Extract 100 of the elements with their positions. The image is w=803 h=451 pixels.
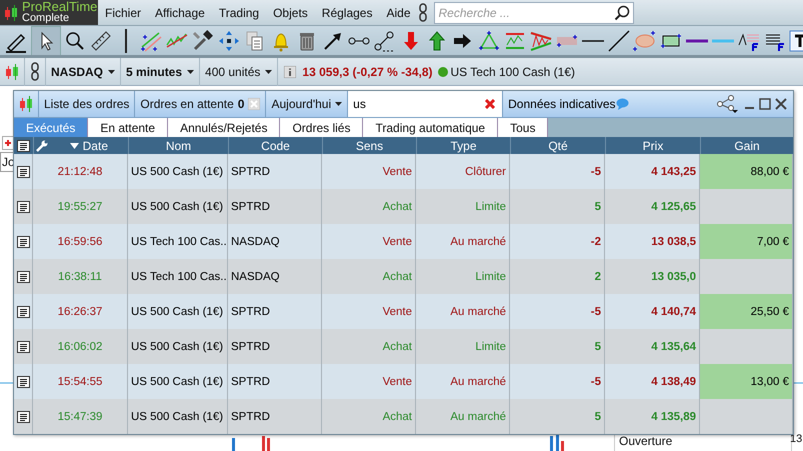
table-cell: Achat [322,259,416,294]
caret-icon [108,70,116,74]
maximize-icon[interactable] [759,98,771,110]
table-cell: 4 143,25 [605,154,700,189]
table-cell: Au marché [416,364,510,399]
table-cell: -5 [510,294,605,329]
tab[interactable]: Tous [498,118,548,137]
clear-icon [248,98,260,110]
column-header[interactable]: Qté [548,138,568,152]
diagonal-line-icon[interactable] [607,28,631,52]
candle [262,436,265,451]
caret-icon [265,70,272,74]
table-cell: 4 125,65 [605,189,700,224]
table-cell: 16:06:02 [33,329,128,364]
table-cell: Limite [416,259,510,294]
table-cell: Vente [322,224,416,259]
link-icon[interactable] [30,62,40,81]
table-cell: NASDAQ [228,259,322,294]
table-cell: 13 035,0 [605,259,700,294]
table-cell: US 500 Cash (1€) [128,154,228,189]
triangle-icon[interactable] [477,28,501,52]
table-cell: Au marché [416,294,510,329]
table-cell: -5 [510,154,605,189]
search-field[interactable]: Recherche ... [434,2,634,24]
filter-field[interactable]: us [348,91,502,117]
clear-icon[interactable] [485,99,496,109]
table-cell: 13 038,5 [605,224,700,259]
table-cell: Achat [322,399,416,434]
menu-item[interactable]: Objets [266,6,315,20]
table-cell: SPTRD [228,364,322,399]
menu-item[interactable]: Réglages [314,6,380,20]
move-icon[interactable] [217,28,241,52]
tab[interactable]: En attente [88,118,168,137]
menu-item[interactable]: Affichage [148,6,212,20]
details-icon[interactable] [16,200,30,212]
caret-icon [335,102,342,106]
details-icon[interactable] [16,166,30,178]
table-cell: -5 [510,364,605,399]
table-cell: NASDAQ [228,224,322,259]
instrument-name: US Tech 100 Cash (1€) [450,64,576,78]
ruler-icon[interactable] [89,28,113,52]
tools-icon[interactable] [191,28,215,52]
table-cell: SPTRD [228,154,322,189]
details-icon[interactable] [16,340,30,352]
table-cell: 4 135,89 [605,399,700,434]
table-cell: 19:55:27 [33,189,128,224]
speech-bubble-icon [616,98,629,110]
add-icon[interactable] [2,136,14,150]
link-icon[interactable] [418,3,428,22]
table-cell: SPTRD [228,294,322,329]
details-icon[interactable] [16,410,30,422]
ellipse-icon[interactable] [633,28,657,52]
order-list-tab[interactable]: Liste des ordres [39,91,136,117]
wrench-icon[interactable] [36,140,48,152]
data-note: Données indicatives [507,97,616,111]
units-dropdown[interactable]: 400 unités [200,58,278,86]
sort-icon[interactable] [70,142,79,148]
close-icon[interactable] [775,98,787,110]
table-cell: Au marché [416,224,510,259]
table-cell: 16:59:56 [33,224,128,259]
table-cell: 13,00 € [700,364,793,399]
table-cell: 2 [510,259,605,294]
chart-type-icon[interactable] [19,96,33,112]
app-edition: Complete [22,13,70,24]
details-icon[interactable] [17,140,30,152]
tab[interactable]: Ordres liés [280,118,364,137]
table-cell: US 500 Cash (1€) [128,364,228,399]
table-cell: US Tech 100 Cas... [128,224,228,259]
instrument-dropdown[interactable]: NASDAQ [46,58,122,86]
details-icon[interactable] [16,236,30,248]
table-cell: US Tech 100 Cas... [128,259,228,294]
table-cell: Vente [322,294,416,329]
period-dropdown[interactable]: 5 minutes [121,58,200,86]
menu-item[interactable]: Aide [379,6,418,20]
tab[interactable]: Annulés/Rejetés [168,118,280,137]
candle [267,438,270,451]
share-icon[interactable] [716,95,738,113]
info-icon[interactable] [284,66,296,78]
table-cell: SPTRD [228,189,322,224]
table-cell: US 500 Cash (1€) [128,329,228,364]
table-cell: 15:47:39 [33,399,128,434]
column-header[interactable]: Prix [642,138,664,152]
logo-icon [4,4,18,20]
table-cell: 16:38:11 [33,259,128,294]
app-name: ProRealTime [22,1,98,13]
table-cell: -2 [510,224,605,259]
search-icon[interactable] [614,4,630,20]
pending-orders-button[interactable]: Ordres en attente 0 [135,91,266,117]
table-cell: 16:26:37 [33,294,128,329]
chart-type-icon[interactable] [5,64,19,80]
menu-item[interactable]: Fichier [98,6,148,20]
tab[interactable]: Trading automatique [363,118,498,137]
table-cell: US 500 Cash (1€) [128,294,228,329]
table-cell: 5 [510,189,605,224]
chart-label: 13 [790,433,802,445]
details-icon[interactable] [16,376,30,388]
table-cell: US 500 Cash (1€) [128,399,228,434]
details-icon[interactable] [16,306,30,318]
details-icon[interactable] [16,270,30,282]
menu-item[interactable]: Trading [212,6,266,20]
